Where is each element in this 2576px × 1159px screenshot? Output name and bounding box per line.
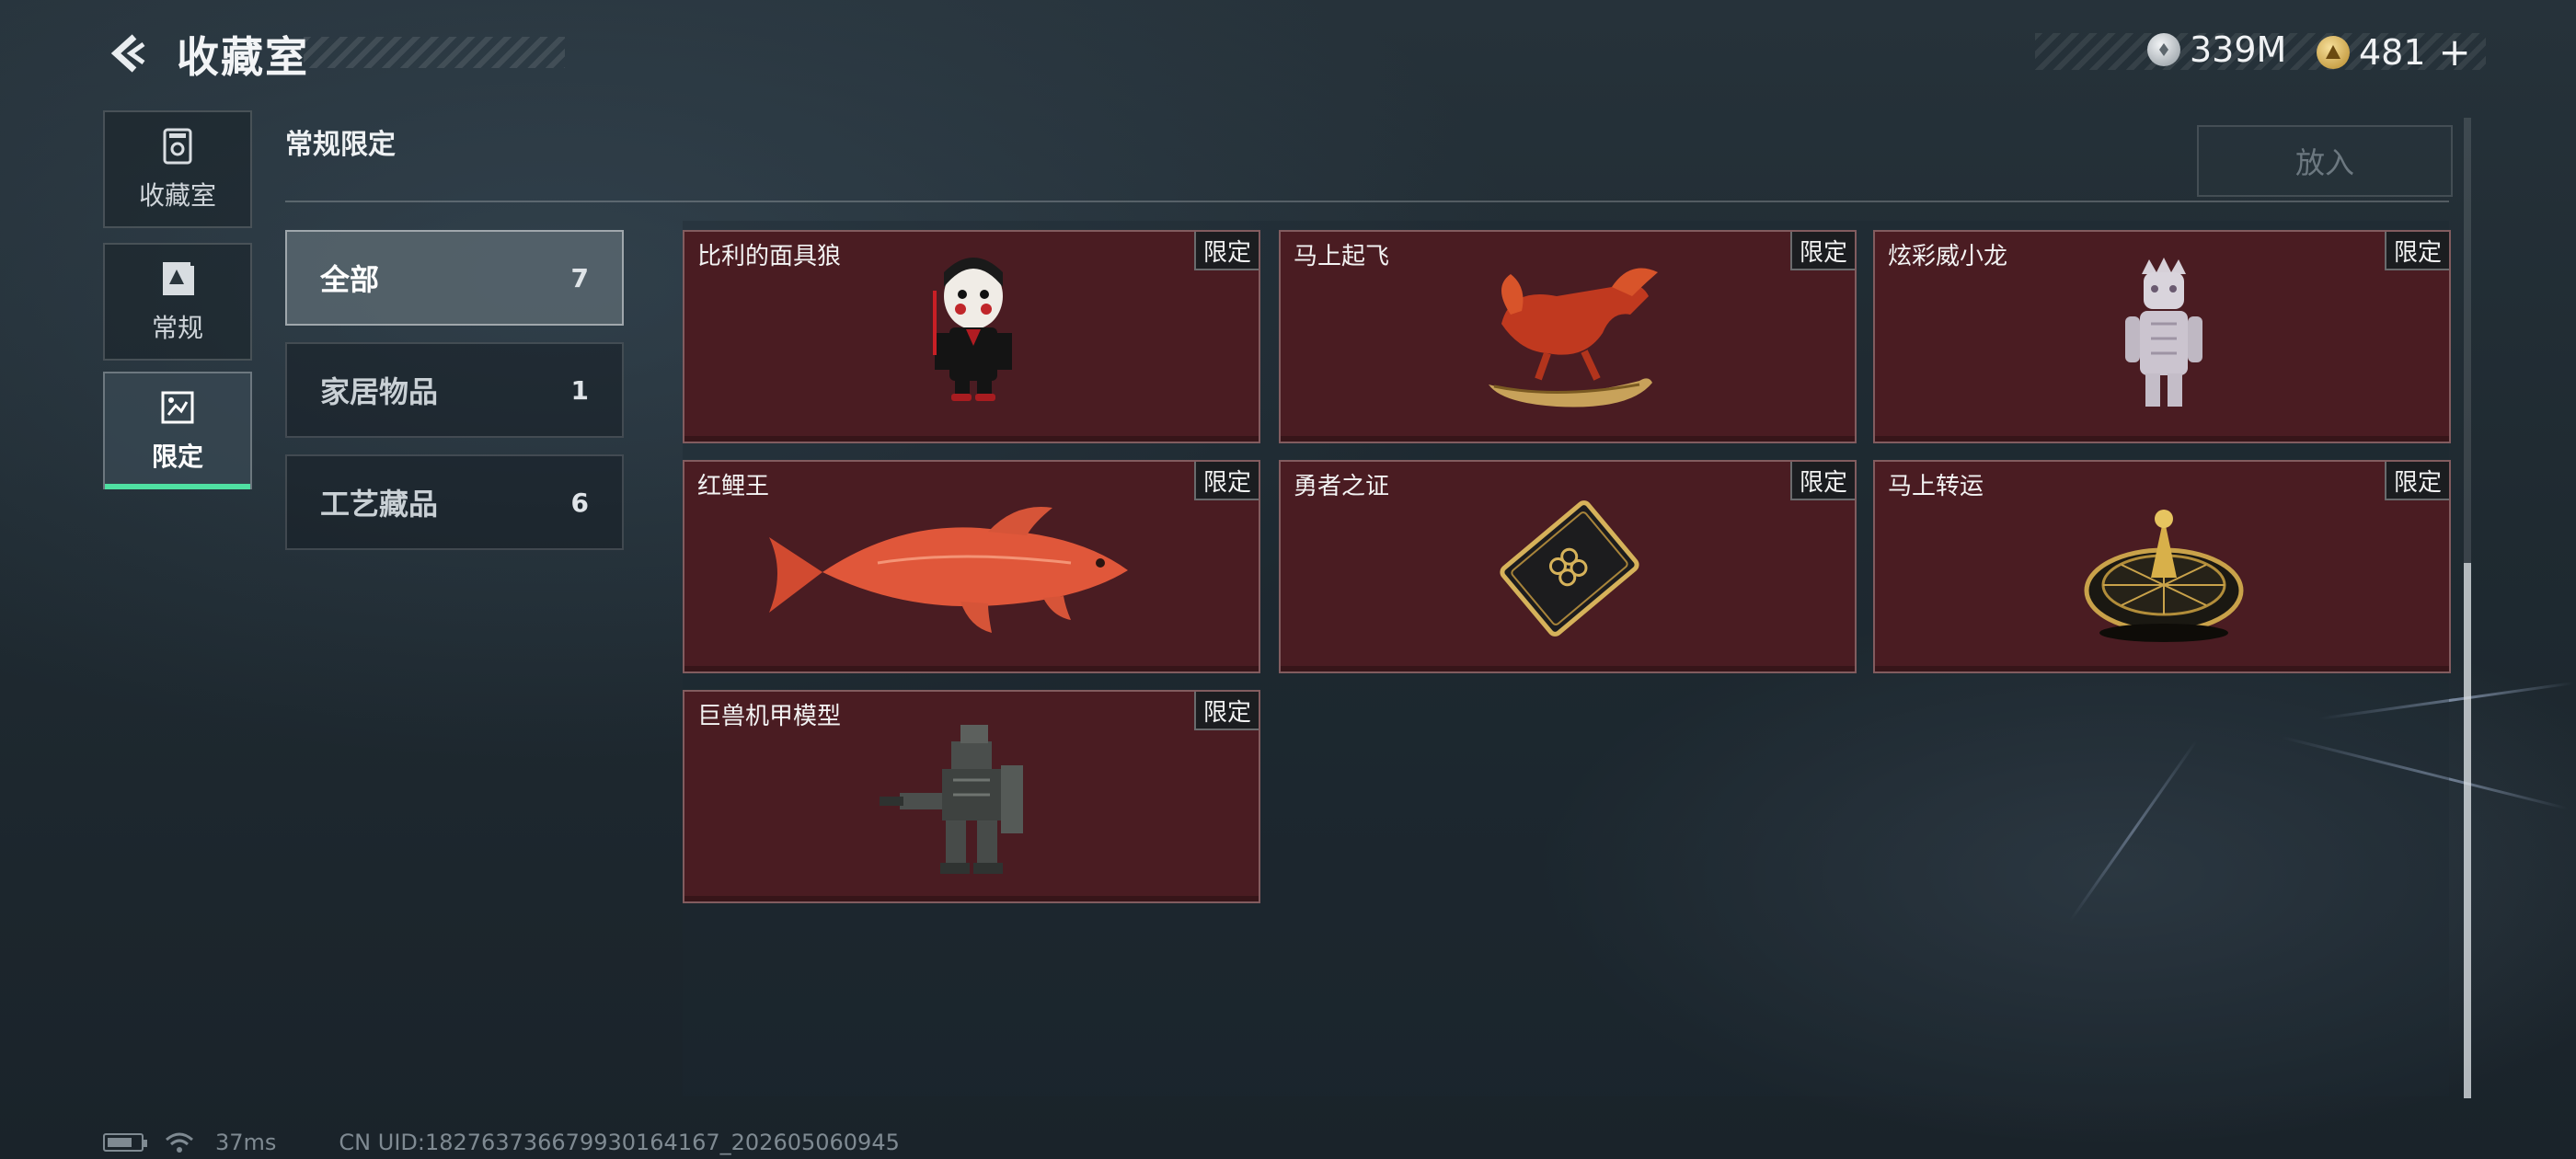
- category-household[interactable]: 家居物品 1: [285, 342, 624, 438]
- status-footer: 37ms CN UID:182763736679930164167_202605…: [103, 1130, 900, 1155]
- sidebar-item-label: 收藏室: [138, 180, 216, 211]
- gold-amount: 481: [2359, 31, 2426, 73]
- currency-gold: 481 +: [2317, 29, 2471, 75]
- item-card[interactable]: 红鲤王 限定: [683, 460, 1260, 673]
- item-card[interactable]: 马上起飞 限定: [1279, 230, 1857, 443]
- category-count: 6: [570, 487, 589, 518]
- category-name: 家居物品: [320, 374, 439, 409]
- limited-icon: [161, 391, 194, 424]
- item-name: 勇者之证: [1294, 473, 1390, 500]
- back-arrow-icon: [110, 34, 145, 73]
- item-name: 红鲤王: [697, 473, 770, 500]
- sidebar-item-collection-room[interactable]: 收藏室: [103, 110, 252, 228]
- title-decoration: [304, 37, 565, 68]
- section-divider: [285, 201, 2449, 202]
- silver-coin-icon: [2147, 33, 2180, 66]
- sidebar-item-limited[interactable]: 限定: [103, 372, 252, 489]
- item-card[interactable]: 马上转运 限定: [1873, 460, 2451, 673]
- gold-triangle-coin-icon: [2317, 35, 2350, 69]
- sidebar-item-label: 常规: [151, 313, 203, 343]
- limited-badge: 限定: [1193, 692, 1259, 730]
- sidebar-item-regular[interactable]: 常规: [103, 243, 252, 361]
- item-card[interactable]: 巨兽机甲模型 限定: [683, 690, 1260, 903]
- plus-icon[interactable]: +: [2439, 29, 2471, 75]
- red-carp-icon: [769, 507, 1128, 633]
- uid-text: CN UID:182763736679930164167_20260506094…: [339, 1130, 900, 1155]
- item-name: 马上转运: [1888, 473, 1984, 500]
- collection-room-icon: [163, 128, 192, 165]
- category-crafts[interactable]: 工艺藏品 6: [285, 454, 624, 550]
- item-name: 炫彩威小龙: [1888, 243, 2008, 270]
- limited-badge: 限定: [1789, 232, 1855, 270]
- regular-icon: [163, 262, 194, 295]
- item-card[interactable]: 勇者之证 限定: [1279, 460, 1857, 673]
- item-name: 马上起飞: [1294, 243, 1390, 270]
- item-name: 比利的面具狼: [697, 243, 842, 270]
- section-title: 常规限定: [285, 129, 396, 161]
- category-count: 7: [570, 262, 589, 293]
- limited-badge: 限定: [1193, 232, 1259, 270]
- page-title: 收藏室: [177, 32, 309, 82]
- back-button[interactable]: [103, 28, 155, 79]
- item-card[interactable]: 比利的面具狼 限定: [683, 230, 1260, 443]
- category-all[interactable]: 全部 7: [285, 230, 624, 326]
- limited-badge: 限定: [1193, 462, 1259, 500]
- limited-badge: 限定: [2384, 232, 2449, 270]
- currency-silver: 339M: [2147, 29, 2286, 70]
- category-name: 工艺藏品: [320, 487, 439, 522]
- put-in-button[interactable]: 放入: [2197, 125, 2453, 197]
- item-card[interactable]: 炫彩威小龙 限定: [1873, 230, 2451, 443]
- wifi-icon: [166, 1132, 193, 1153]
- category-count: 1: [570, 374, 589, 406]
- scrollbar-thumb[interactable]: [2464, 563, 2471, 1098]
- limited-badge: 限定: [2384, 462, 2449, 500]
- battery-icon: [103, 1133, 147, 1152]
- active-indicator: [105, 484, 250, 489]
- item-name: 巨兽机甲模型: [697, 703, 842, 730]
- silver-amount: 339M: [2190, 29, 2287, 70]
- ping-text: 37ms: [215, 1130, 277, 1155]
- limited-badge: 限定: [1789, 462, 1855, 500]
- category-name: 全部: [320, 262, 380, 297]
- sidebar-item-label: 限定: [151, 442, 203, 472]
